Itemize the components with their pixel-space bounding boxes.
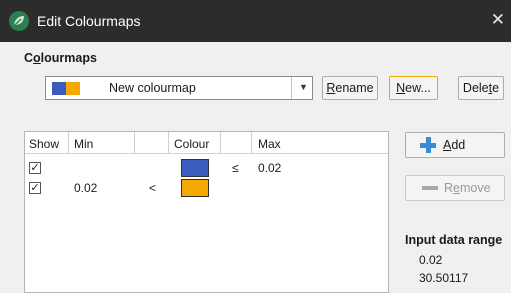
row-max-operator: ≤ (232, 161, 239, 175)
colourmaps-heading: Colourmaps (24, 51, 97, 65)
colourmap-preview-swatch-orange (66, 82, 80, 95)
table-header: Show Min Colour Max (25, 132, 388, 154)
colourmap-selected-label: New colourmap (109, 81, 196, 95)
colourmap-preview-swatch-blue (52, 82, 66, 95)
close-icon[interactable]: ✕ (491, 10, 505, 30)
minus-icon (422, 186, 438, 190)
column-divider (134, 132, 135, 154)
column-divider (251, 132, 252, 154)
add-button[interactable]: Add (405, 132, 505, 158)
colour-swatch-button[interactable] (181, 179, 209, 197)
input-range-max: 30.50117 (419, 271, 469, 285)
plus-icon (420, 137, 436, 153)
column-header-show: Show (29, 137, 60, 151)
column-divider (68, 132, 69, 154)
delete-button[interactable]: Delete (458, 76, 504, 100)
row-min-value[interactable]: 0.02 (74, 181, 97, 195)
rename-button[interactable]: Rename (322, 76, 378, 100)
row-min-operator: < (149, 181, 157, 195)
show-checkbox[interactable]: ✓ (29, 182, 41, 194)
title-bar: Edit Colourmaps ✕ (0, 0, 511, 42)
column-divider (168, 132, 169, 154)
column-header-max: Max (258, 137, 281, 151)
input-range-min: 0.02 (419, 253, 443, 267)
colour-swatch-button[interactable] (181, 159, 209, 177)
column-header-min: Min (74, 137, 94, 151)
column-divider (220, 132, 221, 154)
show-checkbox[interactable]: ✓ (29, 162, 41, 174)
input-range-heading: Input data range (405, 233, 503, 247)
column-header-colour: Colour (174, 137, 210, 151)
row-max-value[interactable]: 0.02 (258, 161, 281, 175)
chevron-down-icon[interactable]: ▼ (299, 82, 308, 92)
colourmap-table: Show Min Colour Max ✓ ≤ 0.02 ✓ 0.02 < (24, 131, 389, 293)
leaf-app-icon (9, 11, 29, 31)
window-title: Edit Colourmaps (37, 13, 141, 29)
new-button[interactable]: New... (389, 76, 438, 100)
select-divider (291, 77, 292, 99)
colourmap-select[interactable]: New colourmap ▼ (45, 76, 313, 100)
remove-button[interactable]: Remove (405, 175, 505, 201)
